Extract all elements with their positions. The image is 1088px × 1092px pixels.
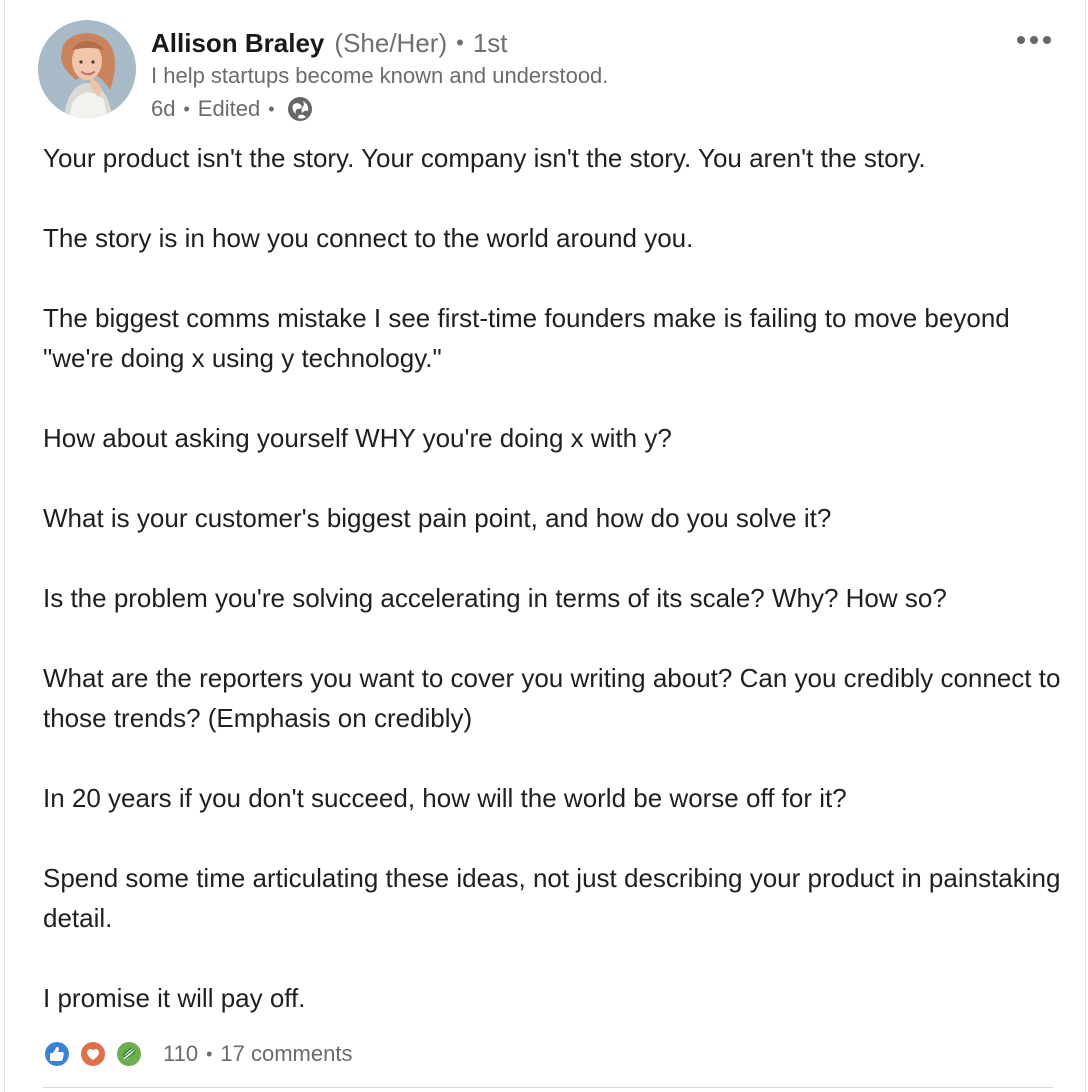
post-paragraph: What are the reporters you want to cover…: [43, 663, 1061, 733]
author-pronouns: (She/Her): [334, 28, 448, 58]
post-body: Your product isn't the story. Your compa…: [43, 138, 1063, 1018]
author-name-link[interactable]: Allison Braley: [151, 27, 324, 59]
ellipsis-icon: [1043, 36, 1051, 44]
feed-post-card: Allison Braley (She/Her) • 1st I help st…: [4, 0, 1086, 1092]
profile-photo-avatar-icon: [38, 20, 136, 118]
post-paragraph: In 20 years if you don't succeed, how wi…: [43, 783, 847, 813]
post-time[interactable]: 6d: [151, 95, 175, 123]
post-paragraph: I promise it will pay off.: [43, 983, 306, 1013]
globe-icon[interactable]: [286, 95, 314, 123]
connection-degree: 1st: [472, 28, 508, 58]
author-avatar[interactable]: [38, 20, 136, 118]
post-meta: 6d • Edited •: [151, 92, 971, 126]
ellipsis-icon: [1017, 36, 1025, 44]
post-author-header: Allison Braley (She/Her) • 1st I help st…: [151, 24, 971, 126]
post-paragraph: How about asking yourself WHY you're doi…: [43, 423, 672, 453]
author-headline: I help startups become known and underst…: [151, 63, 609, 88]
post-paragraph: The biggest comms mistake I see first-ti…: [43, 303, 1010, 373]
meta-separator-1: •: [183, 99, 190, 119]
connection-separator: •: [456, 30, 464, 55]
comments-count[interactable]: 17 comments: [220, 1041, 352, 1067]
post-divider: [43, 1087, 1053, 1088]
post-paragraph: The story is in how you connect to the w…: [43, 223, 694, 253]
love-icon: [79, 1040, 107, 1068]
edited-label: Edited: [197, 96, 261, 121]
ellipsis-icon: [1030, 36, 1038, 44]
meta-separator-2: •: [268, 99, 275, 119]
support-icon: [115, 1040, 143, 1068]
reaction-icons[interactable]: [43, 1040, 151, 1068]
post-paragraph: What is your customer's biggest pain poi…: [43, 503, 832, 533]
like-icon: [43, 1040, 71, 1068]
social-separator: •: [206, 1043, 213, 1064]
post-paragraph: Is the problem you're solving accelerati…: [43, 583, 947, 613]
author-name-line: Allison Braley (She/Her) • 1st: [151, 24, 971, 62]
social-counts: 110 • 17 comments: [43, 1034, 352, 1074]
more-options-button[interactable]: [1009, 26, 1059, 54]
reactions-count[interactable]: 110: [163, 1041, 198, 1067]
post-paragraph: Spend some time articulating these ideas…: [43, 863, 1061, 933]
post-paragraph: Your product isn't the story. Your compa…: [43, 143, 926, 173]
